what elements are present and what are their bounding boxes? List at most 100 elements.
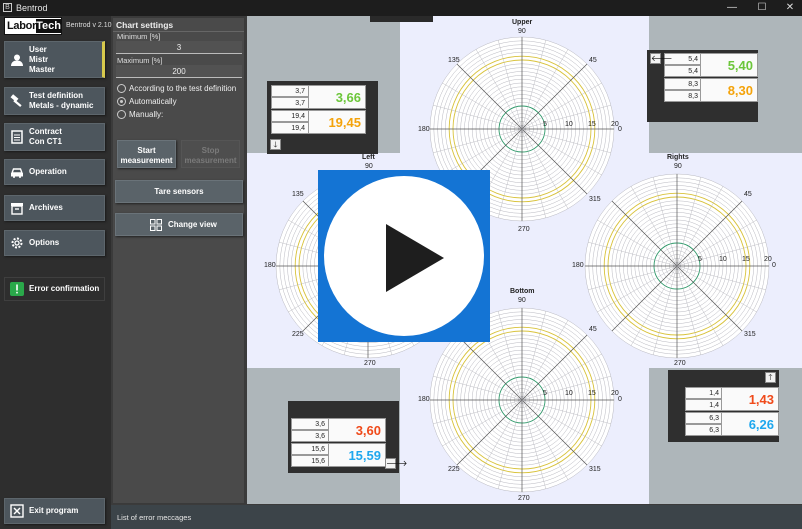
arrow-up-icon[interactable]: 🡑 xyxy=(765,372,776,383)
bottom-r20: 20 xyxy=(611,390,619,397)
maximize-button[interactable]: ☐ xyxy=(752,2,772,14)
maximum-label: Maximum [%] xyxy=(117,56,163,65)
upper-angle-180: 180 xyxy=(418,126,430,133)
operation-button[interactable]: Operation xyxy=(4,159,105,185)
bottom-r15: 15 xyxy=(588,390,596,397)
radio-automatically-label: Automatically xyxy=(129,97,177,106)
maximum-input[interactable]: 200 xyxy=(116,65,242,78)
rights-r20: 20 xyxy=(764,256,772,263)
test-definition-label: Test definition Metals - dynamic xyxy=(29,91,93,111)
archives-label: Archives xyxy=(29,203,63,212)
bottom-angle-270: 270 xyxy=(518,495,530,502)
radio-automatically[interactable] xyxy=(117,97,126,106)
labortech-logo: Labor Tech xyxy=(4,17,62,35)
close-button[interactable]: ✕ xyxy=(780,2,800,14)
hammer-icon xyxy=(10,94,22,107)
readout-cell: 19,4 xyxy=(271,122,309,134)
tare-sensors-button[interactable]: Tare sensors xyxy=(115,180,243,203)
readout-value-1: 3,60 xyxy=(328,418,386,442)
user-level: Master xyxy=(29,64,55,74)
readout-cell: 6,3 xyxy=(685,412,723,424)
readout-value-1: 5,40 xyxy=(700,53,758,77)
readout-bottom-left: 3,6 3,6 15,6 15,6 3,60 15,59 🡒 xyxy=(288,401,407,473)
left-angle-135: 135 xyxy=(292,191,304,198)
user-name: Mistr xyxy=(29,54,49,64)
grid-view-icon xyxy=(150,219,162,231)
upper-title: Upper xyxy=(512,19,533,26)
stop-measurement-button[interactable]: Stop measurement xyxy=(181,140,240,168)
change-view-button[interactable]: Change view xyxy=(115,213,243,236)
readout-cell: 15,6 xyxy=(291,443,329,455)
upper-angle-135: 135 xyxy=(448,57,460,64)
video-play-overlay[interactable] xyxy=(318,170,490,342)
left-angle-225: 225 xyxy=(292,331,304,338)
radio-manually[interactable] xyxy=(117,110,126,119)
window-title: Bentrod xyxy=(16,3,48,13)
upper-angle-45: 45 xyxy=(589,57,597,64)
archive-box-icon xyxy=(11,203,23,215)
play-icon[interactable] xyxy=(386,224,444,292)
bottom-angle-45: 45 xyxy=(589,326,597,333)
readout-cell: 3,7 xyxy=(271,85,309,97)
bottom-title: Bottom xyxy=(510,288,535,295)
options-button[interactable]: Options xyxy=(4,230,105,256)
car-icon xyxy=(10,168,24,178)
archives-button[interactable]: Archives xyxy=(4,195,105,221)
readout-value-1: 3,66 xyxy=(308,85,366,109)
upper-r10: 10 xyxy=(565,121,573,128)
document-list-icon xyxy=(11,130,23,144)
readout-value-1: 1,43 xyxy=(721,387,779,411)
rights-r15: 15 xyxy=(742,256,750,263)
options-label: Options xyxy=(29,238,60,247)
readout-cell: 8,3 xyxy=(664,90,702,102)
test-definition-value: Metals - dynamic xyxy=(29,101,94,110)
rights-r10: 10 xyxy=(719,256,727,263)
readout-value-2: 15,59 xyxy=(328,443,386,467)
arrow-left-icon[interactable]: 🡐 xyxy=(650,53,672,64)
title-bar: B Bentrod — ☐ ✕ xyxy=(0,0,802,16)
bottom-r5: 5 xyxy=(543,390,547,397)
minimum-label: Minimum [%] xyxy=(117,32,161,41)
readout-cell: 19,4 xyxy=(271,110,309,122)
version-label: Bentrod v 2.10 xyxy=(66,22,112,29)
error-messages-bar: List of error meccages xyxy=(111,505,802,529)
readout-value-2: 6,26 xyxy=(721,412,779,436)
upper-r5: 5 xyxy=(543,121,547,128)
left-angle-270: 270 xyxy=(364,360,376,367)
start-measurement-button[interactable]: Start measurement xyxy=(117,140,176,168)
contract-title: Contract xyxy=(29,127,62,136)
exit-program-button[interactable]: Exit program xyxy=(4,498,105,524)
readout-value-2: 8,30 xyxy=(700,78,758,102)
upper-r15: 15 xyxy=(588,121,596,128)
polar-diagram-rights xyxy=(584,173,770,359)
readout-value-2: 19,45 xyxy=(308,110,366,134)
user-button[interactable]: User Mistr Master xyxy=(4,41,105,78)
play-circle[interactable] xyxy=(324,176,484,336)
readout-top-left: 3,7 3,7 19,4 19,4 3,66 19,45 🡓 xyxy=(267,81,378,154)
rights-angle-90: 90 xyxy=(674,163,682,170)
app-icon: B xyxy=(3,3,12,12)
rights-title: Rights xyxy=(667,154,689,161)
test-definition-button[interactable]: Test definition Metals - dynamic xyxy=(4,87,105,115)
user-label: User Mistr Master xyxy=(29,45,55,75)
rights-angle-315: 315 xyxy=(744,331,756,338)
readout-cell: 6,3 xyxy=(685,424,723,436)
error-messages-label: List of error meccages xyxy=(117,513,192,522)
error-confirmation-button[interactable]: Error confirmation xyxy=(4,277,105,301)
left-angle-90: 90 xyxy=(365,163,373,170)
contract-button[interactable]: Contract Con CT1 xyxy=(4,123,105,151)
chart-settings-title: Chart settings xyxy=(116,20,174,30)
upper-angle-270: 270 xyxy=(518,226,530,233)
bottom-angle-90: 90 xyxy=(518,297,526,304)
arrow-right-icon[interactable]: 🡒 xyxy=(385,458,407,469)
exit-program-label: Exit program xyxy=(29,506,79,515)
rights-angle-180: 180 xyxy=(572,262,584,269)
user-icon xyxy=(11,54,23,66)
left-title: Left xyxy=(362,154,375,161)
arrow-down-icon[interactable]: 🡓 xyxy=(270,139,281,150)
readout-cell: 5,4 xyxy=(664,65,702,77)
minimize-button[interactable]: — xyxy=(722,2,742,14)
readout-cell: 1,4 xyxy=(685,387,723,399)
minimum-input[interactable]: 3 xyxy=(116,41,242,54)
radio-according-test-definition[interactable] xyxy=(117,84,126,93)
